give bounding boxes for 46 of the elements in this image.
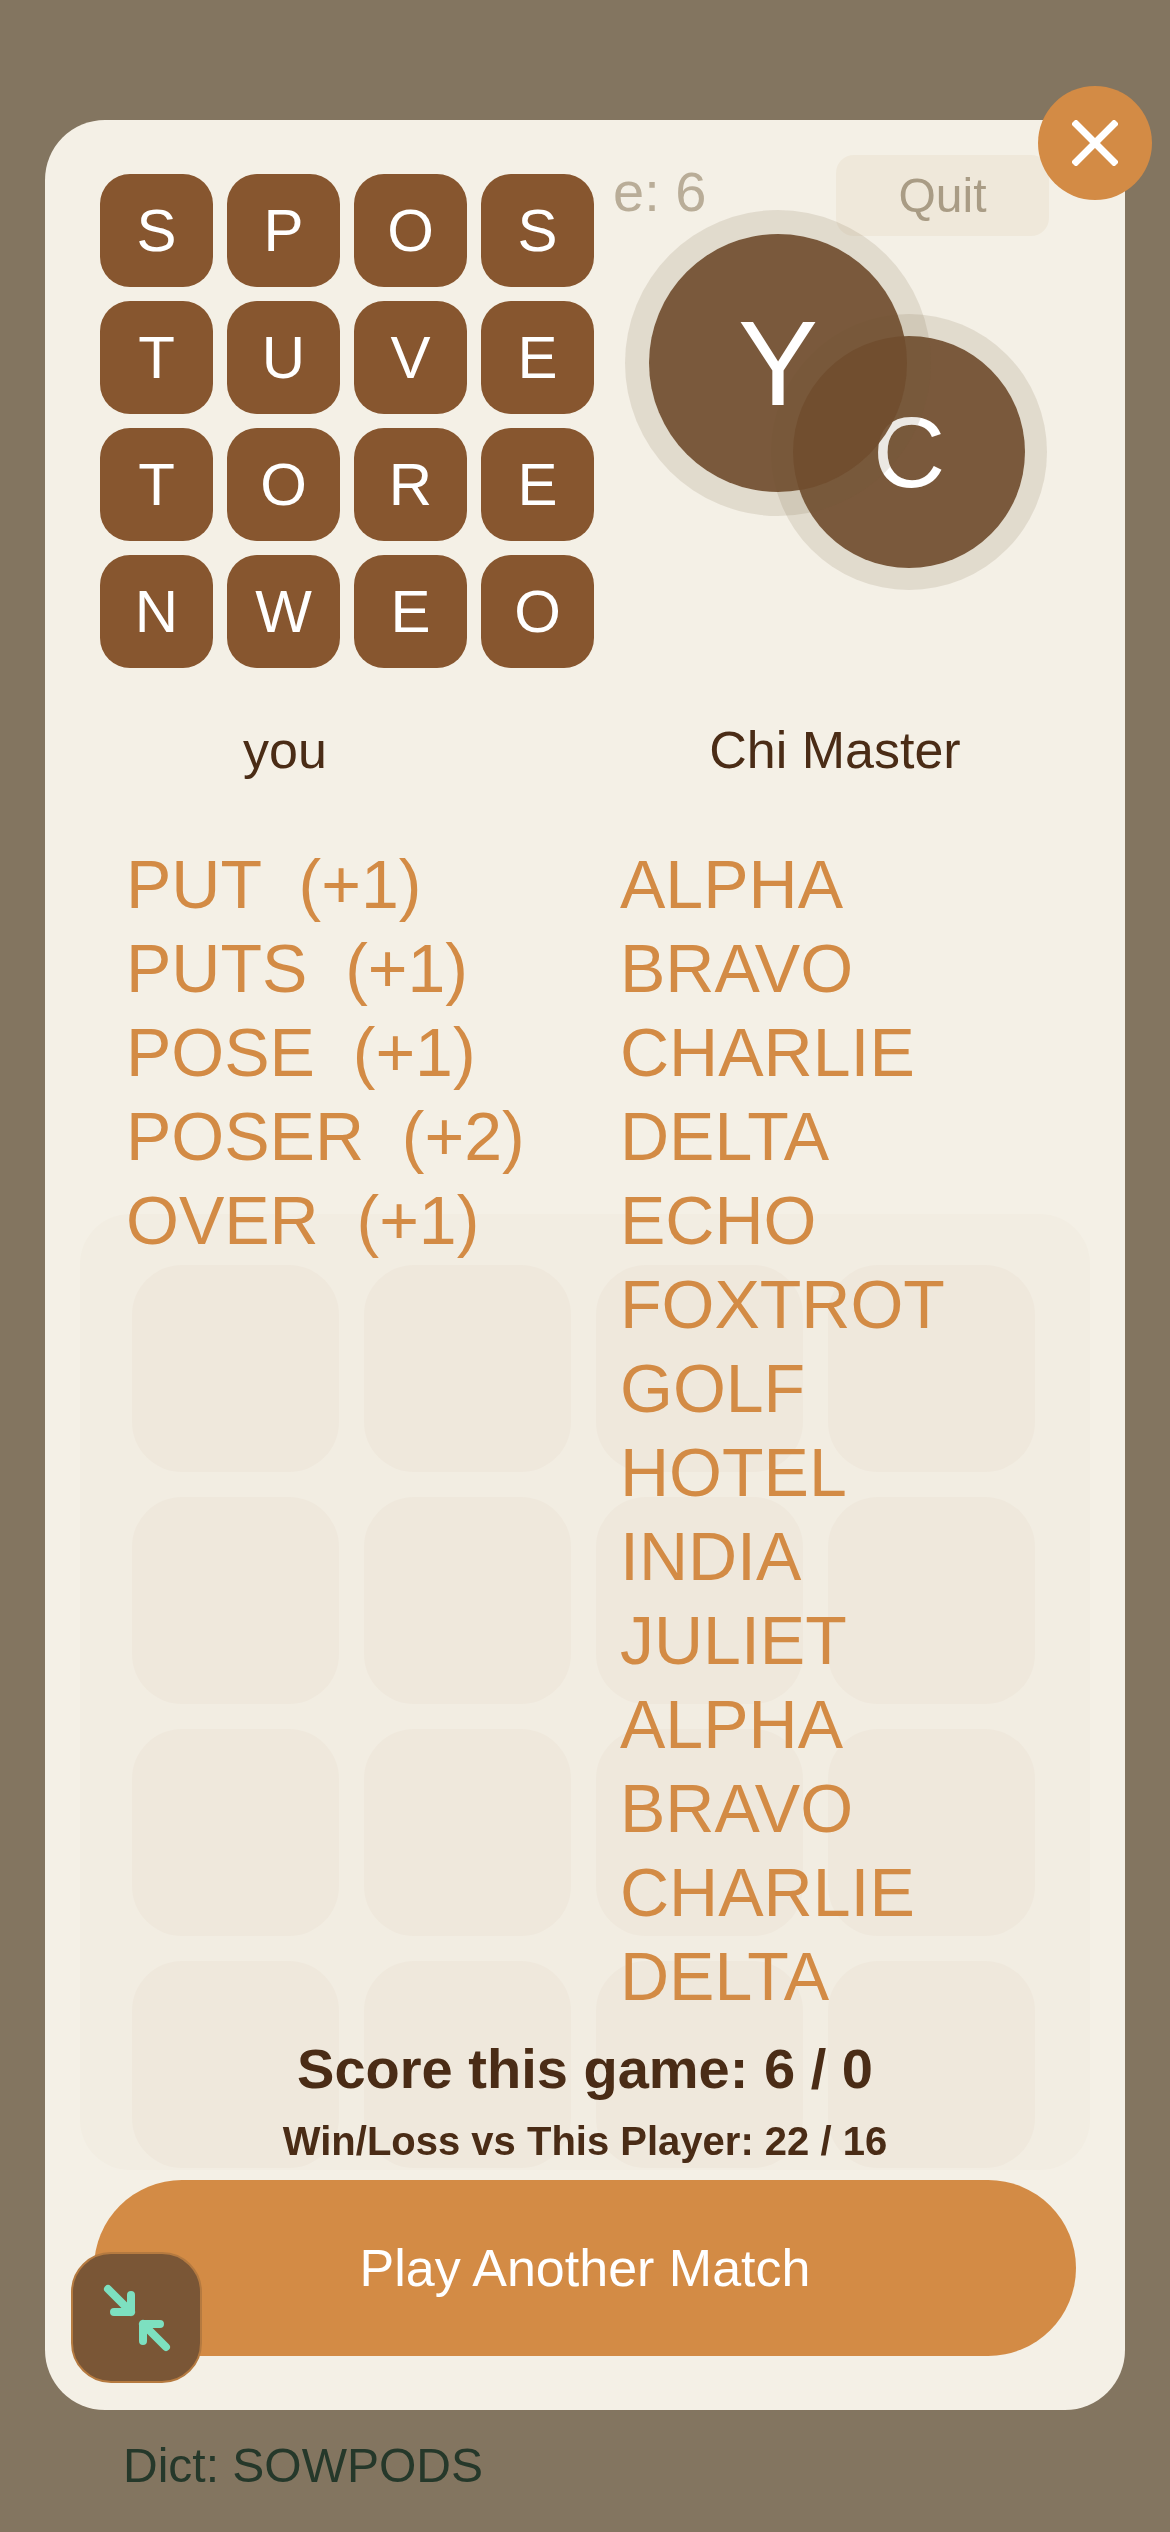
found-word: ALPHA [620,1685,843,1764]
letter-tile: V [354,301,467,414]
close-icon [1072,120,1118,166]
found-word: ECHO [620,1181,817,1260]
score-label: e: 6 [613,164,707,220]
found-word: FOXTROT [620,1265,945,1344]
found-word: POSER (+2) [126,1097,525,1176]
letter-tile: S [481,174,594,287]
dictionary-label: Dict: SOWPODS [123,2438,485,2494]
found-word: OVER (+1) [126,1181,480,1260]
found-word: HOTEL [620,1433,847,1512]
found-word: DELTA [620,1937,830,2016]
collapse-icon [101,2282,172,2353]
found-word: CHARLIE [620,1853,915,1932]
letter-tile: S [100,174,213,287]
found-word: PUTS (+1) [126,929,468,1008]
found-word: GOLF [620,1349,806,1428]
letter-tile: P [227,174,340,287]
letter-tile: O [481,555,594,668]
record-text: Win/Loss vs This Player: 22 / 16 [281,2118,889,2165]
found-word: ALPHA [620,845,843,924]
letter-tile: N [100,555,213,668]
letter-tile: U [227,301,340,414]
letter-tile: T [100,428,213,541]
letter-tile: T [100,301,213,414]
score-text: Score this game: 6 / 0 [296,2036,874,2102]
player-name: Chi Master [709,720,961,780]
letter-tile: O [227,428,340,541]
found-word: CHARLIE [620,1013,915,1092]
found-word: BRAVO [620,929,854,1008]
play-again-button[interactable]: Play Another Match [94,2180,1076,2356]
found-word: JULIET [620,1601,847,1680]
letter-tile: E [354,555,467,668]
found-word: DELTA [620,1097,830,1176]
found-word: BRAVO [620,1769,854,1848]
letter-tile: W [227,555,340,668]
found-word: PUT (+1) [126,845,422,924]
collapse-button[interactable] [71,2252,202,2383]
letter-tile: E [481,428,594,541]
letter-tile: E [481,301,594,414]
found-word: POSE (+1) [126,1013,476,1092]
quit-button[interactable]: Quit [836,155,1049,236]
player-name: you [243,720,327,780]
letter-tile: O [354,174,467,287]
letter-tile: R [354,428,467,541]
found-word: INDIA [620,1517,802,1596]
